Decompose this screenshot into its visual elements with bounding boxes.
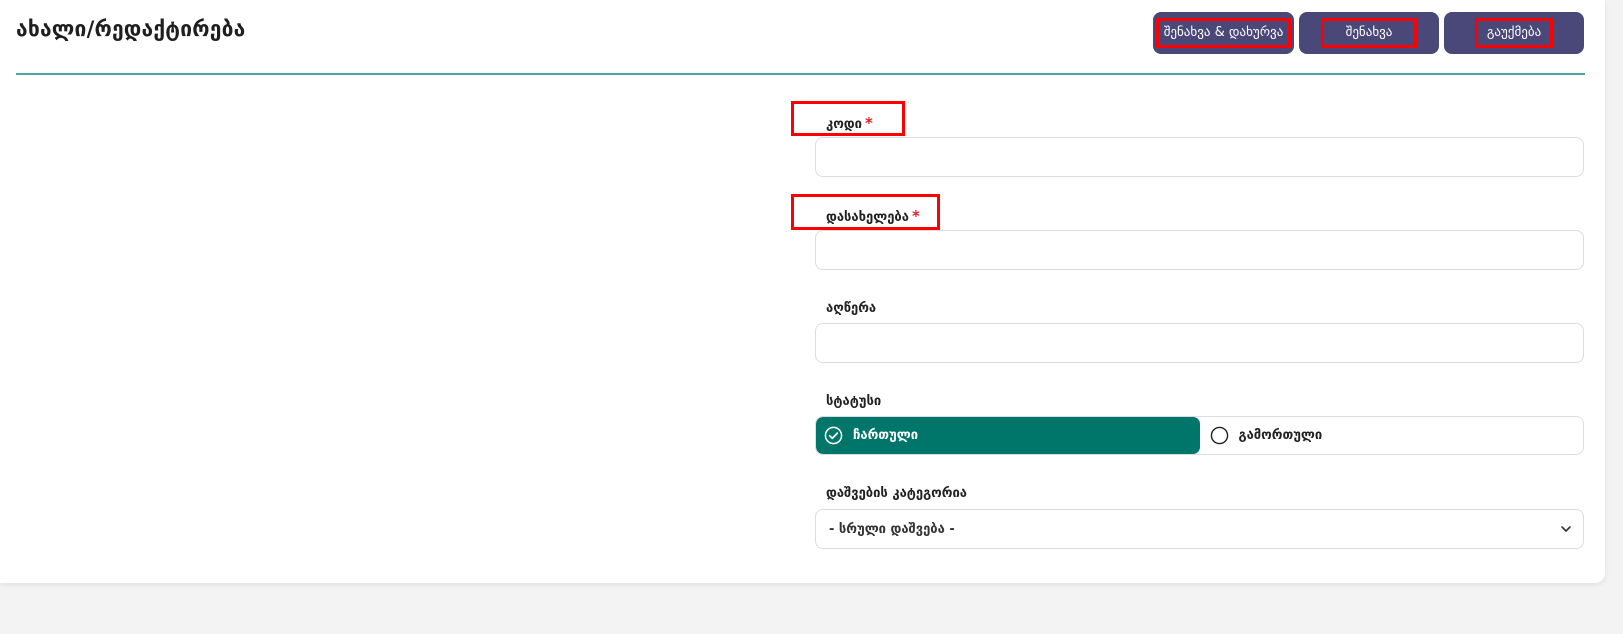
description-label: აღწერა bbox=[826, 301, 877, 316]
name-input[interactable] bbox=[815, 230, 1584, 270]
status-option-off-label: გამორთული bbox=[1238, 428, 1323, 443]
save-label: შენახვა bbox=[1320, 18, 1418, 48]
discount-category-select[interactable]: - სრული დაშვება - bbox=[815, 509, 1584, 549]
chevron-down-icon bbox=[1561, 526, 1571, 532]
required-mark: * bbox=[865, 114, 873, 132]
radio-empty-icon bbox=[1210, 426, 1228, 445]
save-and-close-label: შენახვა & დახურვა bbox=[1155, 18, 1292, 48]
status-toggle: ჩართული გამორთული bbox=[815, 416, 1584, 455]
form-card: ახალი/რედაქტირება შენახვა & დახურვა შენა… bbox=[0, 0, 1605, 583]
code-label-text: კოდი bbox=[826, 117, 862, 132]
status-label: სტატუსი bbox=[826, 394, 882, 409]
code-label: კოდი * bbox=[826, 114, 873, 132]
name-label-text: დასახელება bbox=[826, 210, 909, 225]
save-and-close-button[interactable]: შენახვა & დახურვა bbox=[1153, 12, 1294, 54]
name-label: დასახელება * bbox=[826, 207, 920, 225]
save-button[interactable]: შენახვა bbox=[1299, 12, 1439, 54]
status-option-off[interactable]: გამორთული bbox=[1200, 417, 1584, 454]
discount-category-label: დაშვების კატეგორია bbox=[826, 486, 967, 501]
required-mark: * bbox=[911, 207, 920, 225]
cancel-button[interactable]: გაუქმება bbox=[1444, 12, 1584, 54]
check-circle-icon bbox=[824, 426, 843, 445]
description-input[interactable] bbox=[815, 323, 1584, 363]
status-option-on-label: ჩართული bbox=[853, 428, 919, 443]
page-title: ახალი/რედაქტირება bbox=[16, 17, 246, 41]
discount-category-value: - სრული დაშვება - bbox=[829, 521, 955, 537]
code-input[interactable] bbox=[815, 137, 1584, 177]
cancel-label: გაუქმება bbox=[1474, 18, 1554, 48]
header-divider bbox=[16, 73, 1585, 75]
status-option-on[interactable]: ჩართული bbox=[816, 417, 1200, 454]
